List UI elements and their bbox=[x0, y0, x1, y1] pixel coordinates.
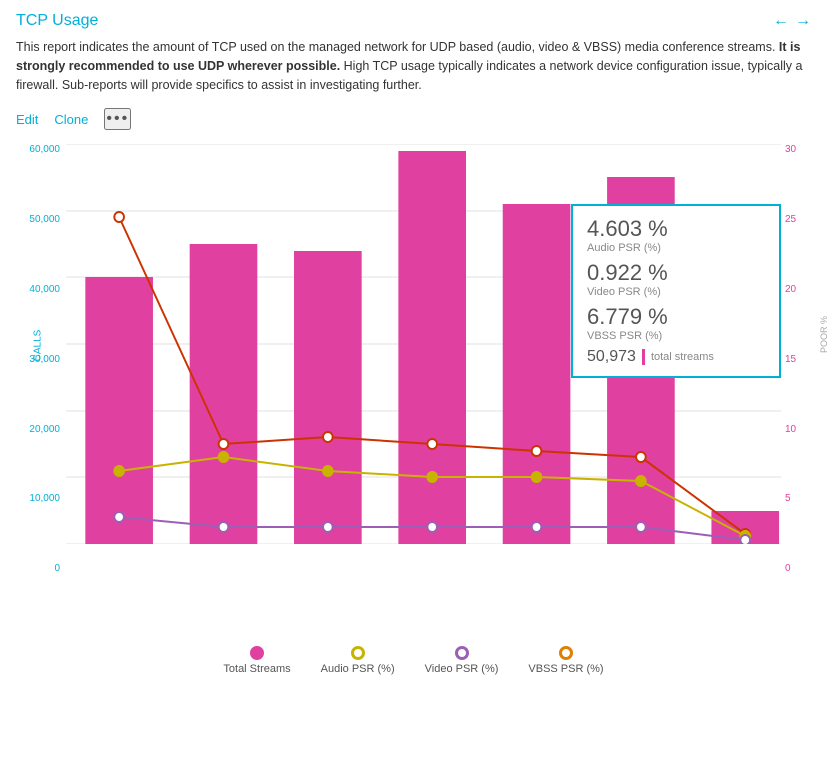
tooltip-vbss-psr-label: VBSS PSR (%) bbox=[587, 330, 765, 342]
description: This report indicates the amount of TCP … bbox=[16, 38, 811, 94]
bar-2018-04 bbox=[294, 251, 362, 544]
legend-label-video-psr: Video PSR (%) bbox=[425, 663, 499, 675]
nav-back-arrow[interactable]: ← bbox=[773, 12, 789, 30]
tooltip-video-psr: 0.922 % Video PSR (%) bbox=[587, 260, 765, 298]
header-row: TCP Usage ← → bbox=[16, 12, 811, 30]
tooltip-streams-label: total streams bbox=[651, 351, 714, 363]
chart-area: CALLS 0 10,000 20,000 30,000 40,000 50,0… bbox=[16, 144, 811, 634]
tooltip-video-psr-value: 0.922 % bbox=[587, 260, 765, 286]
tooltip-audio-psr-value: 4.603 % bbox=[587, 216, 765, 242]
legend-dot-vbss-psr bbox=[559, 646, 573, 660]
main-container: TCP Usage ← → This report indicates the … bbox=[0, 0, 827, 685]
y-axis-left: 0 10,000 20,000 30,000 40,000 50,000 60,… bbox=[16, 144, 64, 574]
nav-arrows: ← → bbox=[773, 12, 811, 30]
vbss-psr-dot-5 bbox=[532, 522, 542, 532]
audio-psr-dot-4 bbox=[427, 439, 437, 449]
audio-psr-dot-6 bbox=[636, 452, 646, 462]
video-psr-dot-1 bbox=[114, 466, 124, 476]
tooltip-video-psr-label: Video PSR (%) bbox=[587, 286, 765, 298]
tooltip-vbss-psr-value: 6.779 % bbox=[587, 304, 765, 330]
y-axis-right-title: POOR % bbox=[819, 316, 827, 353]
video-psr-dot-4 bbox=[427, 472, 437, 482]
legend-item-total-streams: Total Streams bbox=[223, 646, 290, 675]
tooltip-audio-psr-label: Audio PSR (%) bbox=[587, 242, 765, 254]
nav-forward-arrow[interactable]: → bbox=[795, 12, 811, 30]
y-axis-right: 0 5 10 15 20 25 30 bbox=[781, 144, 811, 574]
vbss-psr-dot-6 bbox=[636, 522, 646, 532]
bar-2018-05 bbox=[398, 151, 466, 544]
tooltip-streams-bar-icon bbox=[642, 349, 645, 365]
legend-dot-video-psr bbox=[455, 646, 469, 660]
tooltip-box: 4.603 % Audio PSR (%) 0.922 % Video PSR … bbox=[571, 204, 781, 378]
legend: Total Streams Audio PSR (%) Video PSR (%… bbox=[16, 642, 811, 675]
video-psr-dot-3 bbox=[323, 466, 333, 476]
video-psr-dot-6 bbox=[636, 476, 646, 486]
vbss-psr-dot-1 bbox=[114, 512, 124, 522]
legend-label-vbss-psr: VBSS PSR (%) bbox=[528, 663, 603, 675]
legend-label-audio-psr: Audio PSR (%) bbox=[321, 663, 395, 675]
video-psr-dot-2 bbox=[219, 452, 229, 462]
edit-button[interactable]: Edit bbox=[16, 112, 38, 127]
bar-2018-02 bbox=[85, 277, 153, 544]
audio-psr-dot-3 bbox=[323, 432, 333, 442]
video-psr-dot-5 bbox=[532, 472, 542, 482]
legend-label-total-streams: Total Streams bbox=[223, 663, 290, 675]
clone-button[interactable]: Clone bbox=[54, 112, 88, 127]
vbss-psr-dot-2 bbox=[219, 522, 229, 532]
vbss-psr-dot-7 bbox=[740, 535, 750, 544]
legend-dot-total-streams bbox=[250, 646, 264, 660]
audio-psr-dot-1 bbox=[114, 212, 124, 222]
audio-psr-dot-2 bbox=[219, 439, 229, 449]
vbss-psr-dot-4 bbox=[427, 522, 437, 532]
tooltip-streams-row: 50,973 total streams bbox=[587, 348, 765, 366]
legend-dot-audio-psr bbox=[351, 646, 365, 660]
tooltip-streams-value: 50,973 bbox=[587, 348, 636, 366]
legend-item-vbss-psr: VBSS PSR (%) bbox=[528, 646, 603, 675]
page-title: TCP Usage bbox=[16, 12, 98, 30]
legend-item-video-psr: Video PSR (%) bbox=[425, 646, 499, 675]
audio-psr-dot-5 bbox=[532, 446, 542, 456]
description-text1: This report indicates the amount of TCP … bbox=[16, 40, 779, 54]
legend-item-audio-psr: Audio PSR (%) bbox=[321, 646, 395, 675]
bar-2018-06 bbox=[503, 204, 571, 544]
vbss-psr-dot-3 bbox=[323, 522, 333, 532]
tooltip-audio-psr: 4.603 % Audio PSR (%) bbox=[587, 216, 765, 254]
more-options-button[interactable]: ••• bbox=[104, 108, 131, 130]
tooltip-vbss-psr: 6.779 % VBSS PSR (%) bbox=[587, 304, 765, 342]
toolbar: Edit Clone ••• bbox=[16, 108, 811, 130]
